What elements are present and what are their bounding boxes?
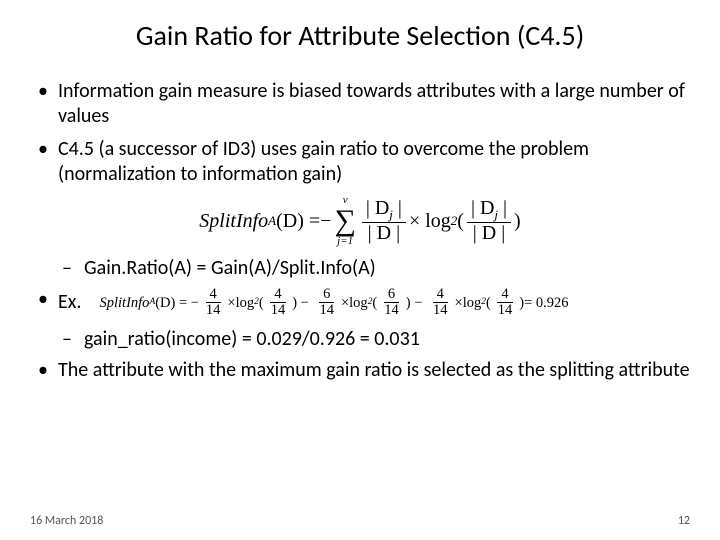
sub-list-2: gain_ratio(income) = 0.029/0.926 = 0.031	[30, 326, 690, 352]
bullet-4: Ex. SplitInfoA(D) = − 414 × log2( 414 ) …	[30, 287, 690, 318]
formula-example: SplitInfoA(D) = − 414 × log2( 414 ) − 61…	[99, 287, 568, 318]
bullet-1: Information gain measure is biased towar…	[30, 79, 690, 129]
formula-splitinfo: SplitInfoA(D) = − v ∑ j=1 | Dj | | D | ×…	[30, 195, 690, 247]
ex-label: Ex.	[58, 290, 81, 315]
bullet-3-sub: Gain.Ratio(A) = Gain(A)/Split.Info(A)	[30, 255, 690, 281]
page-number: 12	[678, 514, 690, 528]
bullet-list-3: The attribute with the maximum gain rati…	[30, 358, 690, 383]
bullet-list-2: Ex. SplitInfoA(D) = − 414 × log2( 414 ) …	[30, 287, 690, 318]
bullet-5: The attribute with the maximum gain rati…	[30, 358, 690, 383]
sub-list-1: Gain.Ratio(A) = Gain(A)/Split.Info(A)	[30, 255, 690, 281]
footer: 16 March 2018 12	[30, 514, 690, 528]
slide-title: Gain Ratio for Attribute Selection (C4.5…	[30, 18, 690, 53]
bullet-list: Information gain measure is biased towar…	[30, 79, 690, 187]
bullet-2: C4.5 (a successor of ID3) uses gain rati…	[30, 137, 690, 187]
footer-date: 16 March 2018	[30, 514, 103, 528]
bullet-4-sub: gain_ratio(income) = 0.029/0.926 = 0.031	[30, 326, 690, 352]
